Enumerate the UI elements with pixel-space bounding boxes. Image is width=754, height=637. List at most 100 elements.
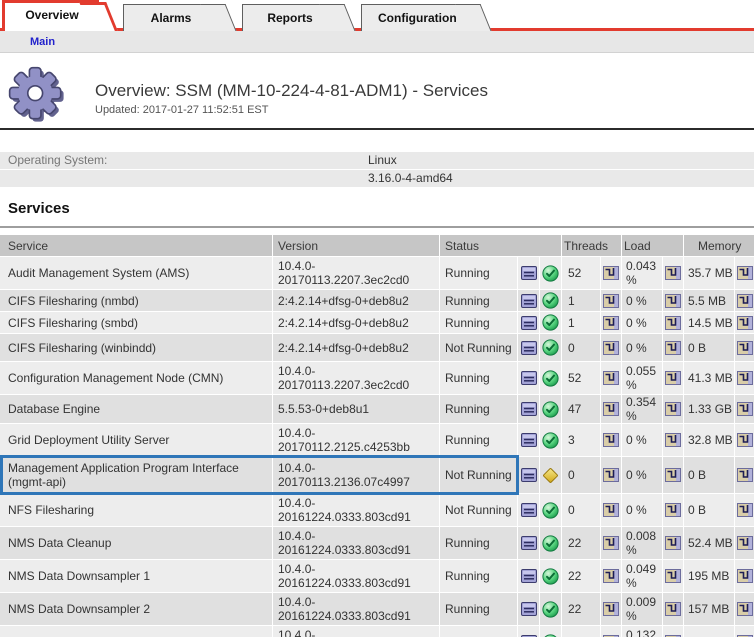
memory-value: 52.4 MB xyxy=(684,527,734,559)
chart-history-icon[interactable] xyxy=(665,468,681,482)
memory-value: 41.3 MB xyxy=(684,362,734,394)
updated-timestamp: Updated: 2017-01-27 11:52:51 EST xyxy=(95,104,488,116)
status-ok-icon xyxy=(542,502,559,519)
chart-history-icon[interactable] xyxy=(737,602,753,616)
load-value: 0.049 % xyxy=(622,560,662,592)
chart-history-icon[interactable] xyxy=(665,341,681,355)
chart-history-icon[interactable] xyxy=(603,468,619,482)
col-header-service: Service xyxy=(0,235,272,256)
service-row: CIFS Filesharing (nmbd)2:4.2.14+dfsg-0+d… xyxy=(0,290,754,311)
chart-history-icon[interactable] xyxy=(665,316,681,330)
services-heading: Services xyxy=(8,200,754,217)
chart-history-icon[interactable] xyxy=(603,316,619,330)
threads-value: 3 xyxy=(562,424,600,456)
col-header-version: Version xyxy=(273,235,439,256)
service-report-icon[interactable] xyxy=(521,294,537,308)
chart-history-icon[interactable] xyxy=(665,371,681,385)
breadcrumb-bar: Main xyxy=(0,31,754,53)
service-report-icon[interactable] xyxy=(521,371,537,385)
memory-value: 195 MB xyxy=(684,560,734,592)
chart-history-icon[interactable] xyxy=(603,433,619,447)
memory-value: 0 B xyxy=(684,457,734,493)
status-ok-icon xyxy=(542,568,559,585)
service-status: Running xyxy=(440,257,517,289)
service-row: NMS Processing Engine10.4.0-20161224.033… xyxy=(0,626,754,637)
chart-history-icon[interactable] xyxy=(665,266,681,280)
chart-history-icon[interactable] xyxy=(737,569,753,583)
service-report-icon[interactable] xyxy=(521,266,537,280)
chart-history-icon[interactable] xyxy=(737,468,753,482)
chart-history-icon[interactable] xyxy=(603,294,619,308)
col-header-threads: Threads xyxy=(562,235,621,256)
service-status: Not Running xyxy=(440,457,517,493)
service-report-icon[interactable] xyxy=(521,316,537,330)
chart-history-icon[interactable] xyxy=(737,371,753,385)
service-row: Configuration Management Node (CMN)10.4.… xyxy=(0,362,754,394)
gear-icon xyxy=(8,66,64,122)
service-name: Database Engine xyxy=(0,395,272,423)
os-label: Operating System: xyxy=(8,153,107,167)
threads-value: 22 xyxy=(562,560,600,592)
chart-history-icon[interactable] xyxy=(603,503,619,517)
chart-history-icon[interactable] xyxy=(737,433,753,447)
service-status: Not Running xyxy=(440,334,517,361)
breadcrumb-main-link[interactable]: Main xyxy=(30,36,55,48)
service-row: NMS Data Cleanup10.4.0-20161224.0333.803… xyxy=(0,527,754,559)
service-name: CIFS Filesharing (winbindd) xyxy=(0,334,272,361)
chart-history-icon[interactable] xyxy=(737,316,753,330)
status-ok-icon xyxy=(542,634,559,637)
chart-history-icon[interactable] xyxy=(603,341,619,355)
service-row: Audit Management System (AMS)10.4.0-2017… xyxy=(0,257,754,289)
chart-history-icon[interactable] xyxy=(603,371,619,385)
service-report-icon[interactable] xyxy=(521,341,537,355)
service-status: Running xyxy=(440,424,517,456)
chart-history-icon[interactable] xyxy=(603,266,619,280)
load-value: 0.132 % xyxy=(622,626,662,637)
threads-value: 1 xyxy=(562,290,600,311)
chart-history-icon[interactable] xyxy=(603,402,619,416)
service-report-icon[interactable] xyxy=(521,503,537,517)
service-report-icon[interactable] xyxy=(521,433,537,447)
chart-history-icon[interactable] xyxy=(737,266,753,280)
tab-reports[interactable]: Reports xyxy=(242,4,337,31)
threads-value: 52 xyxy=(562,362,600,394)
threads-value: 0 xyxy=(562,334,600,361)
chart-history-icon[interactable] xyxy=(603,602,619,616)
load-value: 0.008 % xyxy=(622,527,662,559)
tab-configuration[interactable]: Configuration xyxy=(361,4,473,31)
tab-overview[interactable]: Overview xyxy=(2,0,99,31)
chart-history-icon[interactable] xyxy=(665,402,681,416)
status-ok-icon xyxy=(542,370,559,387)
chart-history-icon[interactable] xyxy=(665,294,681,308)
chart-history-icon[interactable] xyxy=(737,503,753,517)
tab-alarms[interactable]: Alarms xyxy=(123,4,218,31)
chart-history-icon[interactable] xyxy=(737,402,753,416)
chart-history-icon[interactable] xyxy=(603,536,619,550)
chart-history-icon[interactable] xyxy=(665,503,681,517)
chart-history-icon[interactable] xyxy=(665,602,681,616)
service-report-icon[interactable] xyxy=(521,402,537,416)
service-name: Audit Management System (AMS) xyxy=(0,257,272,289)
chart-history-icon[interactable] xyxy=(737,536,753,550)
chart-history-icon[interactable] xyxy=(603,569,619,583)
service-report-icon[interactable] xyxy=(521,468,537,482)
service-version: 10.4.0-20161224.0333.803cd91 xyxy=(273,560,439,592)
chart-history-icon[interactable] xyxy=(665,569,681,583)
service-row: Database Engine5.5.53-0+deb8u1Running 47… xyxy=(0,395,754,423)
service-report-icon[interactable] xyxy=(521,602,537,616)
service-report-icon[interactable] xyxy=(521,569,537,583)
threads-value: 0 xyxy=(562,494,600,526)
threads-value: 0 xyxy=(562,457,600,493)
status-ok-icon xyxy=(542,535,559,552)
service-report-icon[interactable] xyxy=(521,536,537,550)
service-status: Running xyxy=(440,290,517,311)
memory-value: 35.7 MB xyxy=(684,257,734,289)
col-header-memory: Memory xyxy=(684,235,754,256)
tab-strip: Overview Alarms Reports Configuration xyxy=(0,0,754,31)
load-value: 0 % xyxy=(622,494,662,526)
chart-history-icon[interactable] xyxy=(665,433,681,447)
service-version: 10.4.0-20170113.2136.07c4997 xyxy=(273,457,439,493)
chart-history-icon[interactable] xyxy=(737,341,753,355)
chart-history-icon[interactable] xyxy=(737,294,753,308)
chart-history-icon[interactable] xyxy=(665,536,681,550)
